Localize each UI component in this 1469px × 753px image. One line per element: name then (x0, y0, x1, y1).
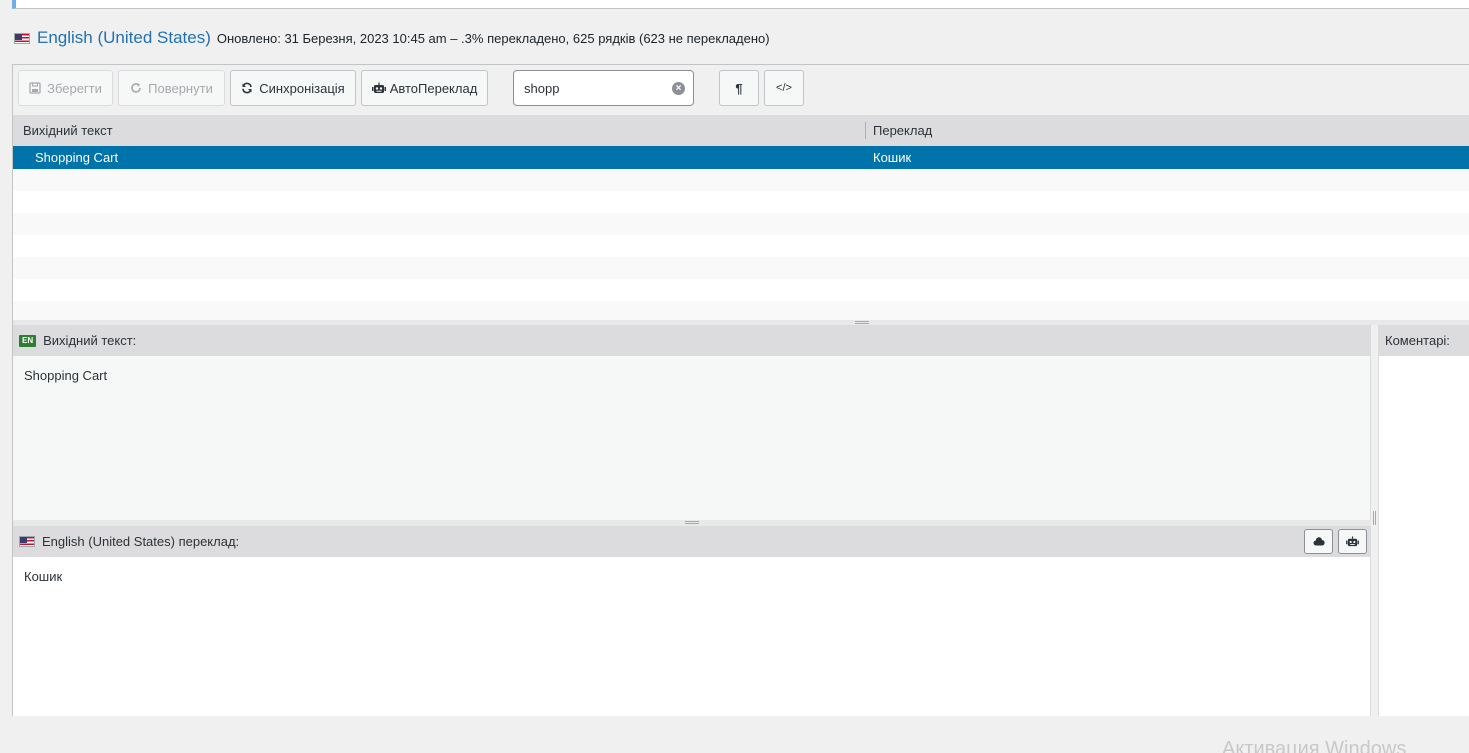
sync-icon (242, 82, 253, 94)
top-notice-bar (12, 0, 1469, 9)
empty-row (13, 191, 1469, 213)
source-column-header[interactable]: Вихідний текст (23, 123, 113, 138)
comments-pane-header: Коментарі: (1379, 325, 1469, 356)
comments-resize-handle[interactable] (1371, 325, 1378, 716)
us-flag-icon (19, 536, 35, 547)
grip-icon (685, 521, 699, 524)
suggest-button[interactable] (1304, 529, 1333, 554)
translation-column-header[interactable]: Переклад (873, 123, 932, 138)
translation-editor: Зберегти Повернути Синхронізація АвтоПер… (12, 64, 1469, 716)
save-icon (29, 82, 41, 94)
search-box: × (513, 70, 694, 106)
row-translation-text: Кошик (873, 150, 912, 165)
empty-row (13, 279, 1469, 301)
source-pane-header: EN Вихідний текст: (13, 325, 1370, 356)
save-button[interactable]: Зберегти (18, 70, 113, 106)
save-label: Зберегти (47, 80, 102, 96)
editor-toolbar: Зберегти Повернути Синхронізація АвтоПер… (13, 65, 1469, 115)
grid-rows: Shopping Cart Кошик (13, 146, 1469, 323)
source-pane: EN Вихідний текст: Shopping Cart (13, 325, 1371, 520)
grid-header: Вихідний текст Переклад (13, 115, 1469, 146)
translation-pane: English (United States) переклад: Кошик (13, 526, 1371, 716)
pilcrow-icon: ¶ (735, 80, 743, 96)
table-row[interactable]: Shopping Cart Кошик (13, 146, 1469, 169)
revert-icon (131, 83, 141, 93)
cloud-icon (1313, 537, 1325, 546)
search-input[interactable] (514, 71, 664, 105)
clear-search-icon[interactable]: × (672, 82, 685, 95)
locale-name-link[interactable]: English (United States) (37, 28, 211, 48)
translation-field[interactable]: Кошик (13, 557, 1370, 716)
autotranslate-string-button[interactable] (1338, 529, 1367, 554)
windows-activation-watermark: Активация Windows (1222, 738, 1407, 753)
toggle-invisibles-button[interactable]: ¶ (719, 70, 759, 106)
empty-row (13, 235, 1469, 257)
empty-row (13, 169, 1469, 191)
code-icon: </> (776, 82, 792, 94)
empty-row (13, 257, 1469, 279)
locale-heading: English (United States) Оновлено: 31 Бер… (14, 27, 770, 49)
comments-pane-title: Коментарі: (1385, 333, 1450, 348)
sync-button[interactable]: Синхронізація (230, 70, 356, 106)
robot-icon (1346, 536, 1359, 547)
sync-label: Синхронізація (259, 80, 345, 96)
autotranslate-label: АвтоПереклад (389, 80, 478, 96)
locale-meta: Оновлено: 31 Березня, 2023 10:45 am – .3… (216, 30, 770, 46)
row-source-text: Shopping Cart (35, 150, 119, 165)
translation-pane-header: English (United States) переклад: (13, 526, 1370, 557)
comments-pane: Коментарі: (1378, 325, 1469, 716)
source-text: Shopping Cart (24, 368, 108, 383)
translation-pane-title: English (United States) переклад: (42, 534, 240, 549)
source-pane-title: Вихідний текст: (43, 333, 137, 348)
grip-icon (1373, 511, 1376, 525)
revert-button[interactable]: Повернути (118, 70, 225, 106)
en-badge: EN (19, 334, 37, 347)
robot-icon (371, 82, 386, 93)
revert-label: Повернути (148, 80, 213, 96)
column-resizer[interactable] (865, 122, 866, 139)
toggle-code-button[interactable]: </> (764, 70, 804, 106)
grip-icon (855, 321, 869, 324)
empty-row (13, 213, 1469, 235)
autotranslate-button[interactable]: АвтоПереклад (361, 70, 488, 106)
us-flag-icon (14, 32, 30, 44)
